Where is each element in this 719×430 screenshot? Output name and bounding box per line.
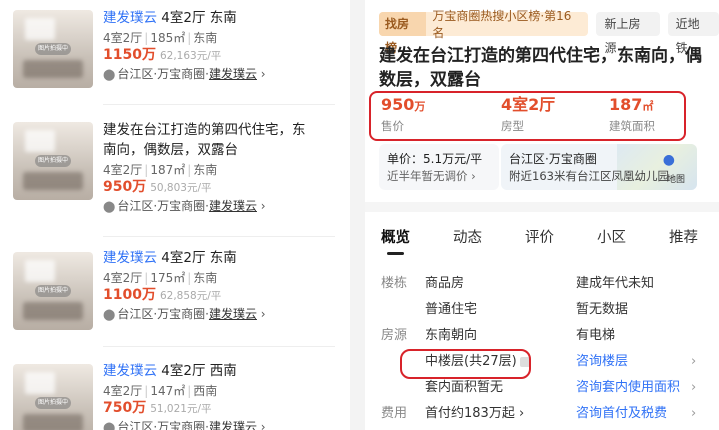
location-pin-icon: ⬤ xyxy=(103,308,116,321)
chevron-right-icon: › xyxy=(691,406,697,421)
area-note: 附近163米有台江区凤凰幼儿园 xyxy=(509,169,669,183)
tag-new-listing: 新上房源 xyxy=(596,12,660,55)
listing-meta: 4室2厅 | 147㎡ | 西南 xyxy=(103,384,218,398)
panel-gutter xyxy=(350,0,365,430)
listing-thumbnail[interactable]: 图片拍摄中 xyxy=(13,364,93,430)
location-pin-icon: ⬤ xyxy=(103,68,116,81)
location-map-card[interactable]: ● 地图 台江区·万宝商圈 附近163米有台江区凤凰幼儿园 xyxy=(501,144,697,190)
info-row: 普通住宅 暂无数据 xyxy=(425,302,629,317)
tab-reviews[interactable]: 评价 xyxy=(525,224,554,252)
tab-overview[interactable]: 概览 xyxy=(381,224,410,255)
ranking-badge[interactable]: 找房榜 万宝商圈热搜小区榜·第16名 xyxy=(379,9,589,55)
area-name: 台江区·万宝商圈 xyxy=(509,152,597,166)
listing-location[interactable]: ⬤ 台江区·万宝商圈·建发璞云 › xyxy=(103,418,343,430)
location-pin-icon: ⬤ xyxy=(103,421,116,430)
listing-price-row: 1150万 62,163元/平 xyxy=(103,46,343,65)
listing-location[interactable]: ⬤ 台江区·万宝商圈·建发璞云 › xyxy=(103,305,343,324)
total-price: 1150万 xyxy=(103,47,156,63)
listing-location[interactable]: ⬤ 台江区·万宝商圈·建发璞云 › xyxy=(103,65,343,84)
detail-title: 建发在台江打造的第四代住宅，东南向，偶数层，双露台 xyxy=(379,46,702,90)
listing-list: 图片拍摄中 建发璞云 4室2厅 东南 4室2厅 | 185㎡ | 东南 1150万 62,… xyxy=(0,0,350,430)
location-pin-icon: ⬤ xyxy=(103,200,116,213)
listing-title[interactable]: 建发在台江打造的第四代住宅，东南向，偶数层，双露台 xyxy=(103,120,308,160)
photo-pending-badge: 图片拍摄中 xyxy=(35,397,71,409)
info-row: 费用 首付约183万起 › 咨询首付及税费 › xyxy=(365,402,719,426)
community-name[interactable]: 建发璞云 xyxy=(103,363,157,379)
ask-inner-area-link[interactable]: 咨询套内使用面积 xyxy=(576,376,680,400)
listing-location[interactable]: ⬤ 台江区·万宝商圈·建发璞云 › xyxy=(103,197,308,216)
listing-layout: 4室2厅 xyxy=(161,363,206,379)
tab-updates[interactable]: 动态 xyxy=(453,224,482,252)
listing-meta: 4室2厅 | 185㎡ | 东南 xyxy=(103,31,218,45)
ask-floor-link[interactable]: 咨询楼层 xyxy=(576,350,628,374)
tag-near-subway: 近地铁 xyxy=(667,12,719,55)
tab-community[interactable]: 小区 xyxy=(597,224,626,252)
highlight-box-floor xyxy=(400,349,531,379)
total-price: 950万 xyxy=(103,179,147,195)
photo-pending-badge: 图片拍摄中 xyxy=(35,155,71,167)
listing-orientation: 东南 xyxy=(209,10,237,26)
listing-thumbnail[interactable]: 图片拍摄中 xyxy=(13,252,93,330)
listing-meta: 4室2厅 | 187㎡ | 东南 xyxy=(103,163,218,177)
listing-price-row: 750万 51,021元/平 xyxy=(103,399,343,418)
community-name[interactable]: 建发璞云 xyxy=(103,250,157,266)
chevron-right-icon: › xyxy=(691,354,697,369)
listing-thumbnail[interactable]: 图片拍摄中 xyxy=(13,122,93,200)
ranking-text: 万宝商圈热搜小区榜·第16名 xyxy=(432,9,572,40)
community-name[interactable]: 建发璞云 xyxy=(103,10,157,26)
divider xyxy=(103,236,335,237)
listing-meta: 4室2厅 | 175㎡ | 东南 xyxy=(103,271,218,285)
photo-pending-badge: 图片拍摄中 xyxy=(35,43,71,55)
unit-price: 50,803元/平 xyxy=(150,182,212,194)
ranking-label: 找房榜 xyxy=(379,12,427,55)
listing-price-row: 950万 50,803元/平 xyxy=(103,178,308,197)
listing-orientation: 东南 xyxy=(209,250,237,266)
photo-pending-badge: 图片拍摄中 xyxy=(35,285,71,297)
listing-orientation: 西南 xyxy=(209,363,237,379)
total-price: 1100万 xyxy=(103,287,156,303)
listing-layout: 4室2厅 xyxy=(161,10,206,26)
chevron-right-icon: › xyxy=(691,380,697,395)
info-row: 套内面积暂无 咨询套内使用面积 › xyxy=(365,376,719,400)
listing-layout: 4室2厅 xyxy=(161,250,206,266)
ask-tax-link[interactable]: 咨询首付及税费 xyxy=(576,402,667,426)
info-row: 楼栋 商品房 建成年代未知 xyxy=(381,276,655,291)
total-price: 750万 xyxy=(103,400,147,416)
divider xyxy=(103,104,335,105)
unit-price: 62,163元/平 xyxy=(159,50,222,62)
down-payment[interactable]: 首付约183万起 › xyxy=(425,402,524,426)
info-row: 房源 东南朝向 有电梯 xyxy=(381,328,616,343)
unit-price: 62,858元/平 xyxy=(159,290,222,302)
rank-bar: 找房榜 万宝商圈热搜小区榜·第16名 新上房源 近地铁 xyxy=(379,9,719,55)
section-separator xyxy=(365,202,719,212)
listing-title[interactable]: 建发璞云 4室2厅 西南 xyxy=(103,361,343,381)
tab-recommend[interactable]: 推荐 xyxy=(669,224,698,252)
listing-title[interactable]: 建发璞云 4室2厅 东南 xyxy=(103,248,343,268)
listing-thumbnail[interactable]: 图片拍摄中 xyxy=(13,10,93,88)
divider xyxy=(103,346,335,347)
detail-tabs: 概览 动态 评价 小区 推荐 xyxy=(365,224,719,255)
unit-price-card[interactable]: 单价：5.1万元/平 近半年暂无调价 › xyxy=(379,144,499,190)
listing-title[interactable]: 建发璞云 4室2厅 东南 xyxy=(103,8,343,28)
highlight-box-stats xyxy=(369,91,686,141)
listing-price-row: 1100万 62,858元/平 xyxy=(103,286,343,305)
unit-price: 51,021元/平 xyxy=(150,403,212,415)
